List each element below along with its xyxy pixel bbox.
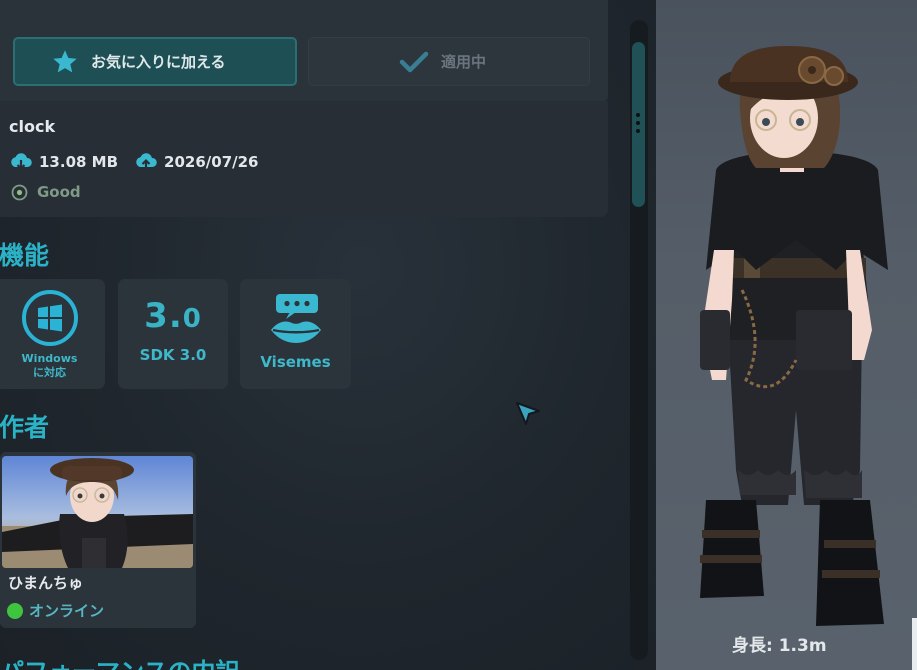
feature-visemes: Visemes — [240, 279, 351, 389]
author-status: オンライン — [7, 600, 104, 621]
windows-label-line1: Windows — [21, 352, 78, 365]
feature-sdk: 3.0 SDK 3.0 — [118, 279, 228, 389]
author-avatar-thumbnail — [2, 456, 193, 568]
add-favorite-button[interactable]: お気に入りに加える — [13, 37, 297, 86]
avatar-height-label: 身長: 1.3m — [732, 636, 827, 656]
author-name: ひまんちゅ — [8, 574, 84, 592]
visemes-label: Visemes — [260, 353, 331, 371]
avatar-meta: 13.08 MB 2026/07/26 — [9, 151, 274, 173]
performance-good-icon — [11, 184, 28, 200]
performance-label: Good — [37, 183, 81, 201]
cursor-arrow-icon — [516, 402, 540, 425]
features-title: 機能 — [0, 241, 50, 270]
detail-panel: お気に入りに加える 適用中 clock 13.08 MB 2026/07/26 … — [0, 0, 656, 670]
cloud-upload-icon — [136, 153, 157, 169]
star-icon — [53, 49, 77, 72]
windows-icon — [21, 290, 78, 346]
avatar-name: clock — [9, 117, 56, 136]
cloud-download-icon — [11, 153, 32, 171]
scrollbar-grip-icon — [636, 113, 641, 137]
visemes-lips-icon — [270, 294, 321, 343]
applied-label: 適用中 — [441, 53, 487, 71]
applied-button[interactable]: 適用中 — [308, 37, 590, 86]
sdk-label: SDK 3.0 — [139, 346, 207, 364]
online-status-dot — [7, 602, 23, 619]
sdk-number-minor: 0 — [182, 304, 202, 334]
author-title: 作者 — [0, 413, 50, 442]
windows-label-line2: に対応 — [33, 366, 66, 379]
performance-breakdown-title: パフォーマンスの内訳 — [0, 652, 240, 670]
upload-date: 2026/07/26 — [164, 153, 259, 171]
feature-windows: Windows に対応 — [0, 279, 105, 389]
author-status-label: オンライン — [29, 602, 105, 620]
sdk-icon: 3.0 — [144, 296, 202, 336]
sdk-number: 3. — [144, 296, 183, 336]
edge-handle — [912, 618, 917, 670]
performance-rating: Good — [11, 183, 81, 201]
avatar-model-image — [700, 46, 888, 626]
add-favorite-label: お気に入りに加える — [91, 53, 226, 71]
file-size: 13.08 MB — [39, 153, 119, 171]
avatar-preview[interactable] — [656, 0, 917, 670]
checkmark-icon — [399, 51, 429, 72]
